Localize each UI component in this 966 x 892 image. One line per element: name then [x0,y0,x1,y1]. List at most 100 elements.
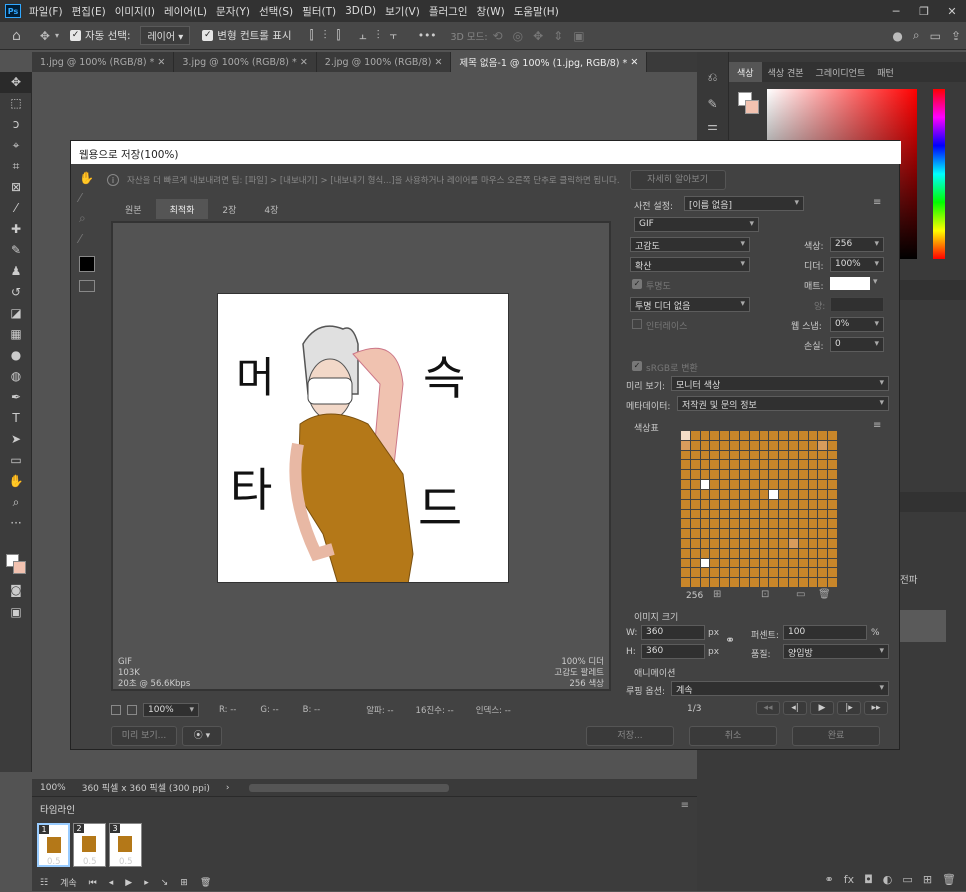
color-swatch[interactable] [828,440,837,450]
color-swatch[interactable] [720,578,730,587]
delete-color-icon[interactable]: 🗑 [818,589,831,600]
color-swatch[interactable] [710,489,720,499]
color-swatch[interactable] [808,519,818,529]
color-swatch[interactable] [769,568,779,578]
color-swatch[interactable] [788,519,798,529]
horizontal-scrollbar[interactable] [249,783,450,792]
color-swatch[interactable] [818,558,828,568]
color-swatch[interactable] [808,538,818,548]
color-swatch[interactable] [808,529,818,538]
transform-controls-checkbox[interactable]: ✓ [202,30,214,41]
color-swatch[interactable] [700,568,710,578]
color-swatch[interactable] [739,499,749,509]
color-swatch[interactable] [730,568,739,578]
color-swatch[interactable] [759,558,769,568]
color-swatch[interactable] [779,450,788,460]
color-swatch[interactable] [739,440,749,450]
color-swatch[interactable] [808,548,818,558]
tab-untitled-1[interactable]: 제목 없음-1 @ 100% (1.jpg, RGB/8) * ✕ [451,52,648,72]
align-right-icon[interactable]: ⫿ [336,28,340,43]
color-swatch[interactable] [690,499,700,509]
color-swatch[interactable] [828,548,837,558]
color-swatch[interactable] [818,489,828,499]
color-swatch[interactable] [828,470,837,480]
color-swatch[interactable] [739,568,749,578]
color-swatch[interactable] [779,558,788,568]
tab-color[interactable]: 색상 [729,62,762,82]
dodge-tool-icon[interactable]: ◍ [0,366,32,387]
color-swatch[interactable] [710,529,720,538]
type-tool-icon[interactable]: T [0,408,32,429]
color-swatch[interactable] [720,568,730,578]
color-swatch[interactable] [730,480,739,489]
zoom-out-icon[interactable] [111,705,121,715]
color-swatch[interactable] [690,568,700,578]
color-table-menu-icon[interactable]: ≡ [873,420,881,431]
color-swatch[interactable] [769,431,779,440]
color-swatch[interactable] [690,480,700,489]
color-swatch[interactable] [749,470,759,480]
tab-4up[interactable]: 4장 [250,199,292,219]
color-swatch[interactable] [690,450,700,460]
matte-swatch[interactable] [830,277,870,290]
color-swatch[interactable] [690,460,700,470]
color-swatch[interactable] [779,529,788,538]
color-swatch[interactable] [798,519,808,529]
color-swatch[interactable] [818,568,828,578]
close-icon[interactable]: ✕ [157,57,165,68]
group-icon[interactable]: ▭ [902,873,912,886]
pen-tool-icon[interactable]: ✒ [0,387,32,408]
color-swatch[interactable] [739,470,749,480]
color-swatch[interactable] [700,509,710,519]
color-swatch[interactable] [779,568,788,578]
next-frame-icon[interactable]: ▸ [144,878,149,888]
more-tools-icon[interactable]: ··· [0,513,32,534]
color-swatch[interactable] [700,529,710,538]
color-swatch[interactable] [730,489,739,499]
tab-patterns[interactable]: 패턴 [871,62,900,82]
menu-layer[interactable]: 레이어(L) [164,4,207,19]
color-swatch[interactable] [828,489,837,499]
color-swatch[interactable] [739,460,749,470]
brush-settings-icon[interactable]: ✎ [697,97,728,111]
color-swatch[interactable] [788,499,798,509]
gradient-tool-icon[interactable]: ▦ [0,324,32,345]
color-swatch[interactable] [690,470,700,480]
color-swatch[interactable] [788,431,798,440]
settings-menu-icon[interactable]: ≡ [873,197,881,208]
color-swatch[interactable] [700,440,710,450]
color-table-grid[interactable] [681,431,837,587]
tab-2up[interactable]: 2장 [208,199,250,219]
color-swatch[interactable] [710,568,720,578]
eyedropper-icon[interactable]: ⁄ [79,232,101,246]
preview-mode-dropdown[interactable]: 모니터 색상 ▾ [671,376,889,391]
color-swatch[interactable] [690,519,700,529]
color-swatch[interactable] [798,558,808,568]
hand-tool-icon[interactable]: ✋ [79,171,101,185]
align-left-icon[interactable]: ⫿ [310,28,314,43]
color-swatch[interactable] [700,538,710,548]
menu-3d[interactable]: 3D(D) [345,5,376,17]
color-swatch[interactable] [720,440,730,450]
workspace-icon[interactable]: ▭ [930,29,941,43]
color-swatch[interactable] [710,538,720,548]
color-swatch[interactable] [681,480,690,489]
tab-original[interactable]: 원본 [111,199,156,219]
color-swatch[interactable] [779,460,788,470]
menu-window[interactable]: 창(W) [476,4,504,19]
color-swatch[interactable] [808,450,818,460]
share-icon[interactable]: ⇪ [951,29,961,43]
preview-button[interactable]: 미리 보기... [111,726,177,746]
color-swatch[interactable] [779,440,788,450]
color-swatch[interactable] [769,519,779,529]
prev-frame-button[interactable]: ◂| [783,701,807,715]
align-center-icon[interactable]: ⫶ [323,28,326,43]
color-swatch[interactable] [808,558,818,568]
color-swatch[interactable] [710,480,720,489]
color-swatch[interactable] [798,509,808,519]
color-swatch[interactable] [798,450,808,460]
color-swatch[interactable] [779,548,788,558]
crop-tool-icon[interactable]: ⌗ [0,156,32,177]
done-button[interactable]: 완료 [792,726,880,746]
color-swatch[interactable] [798,489,808,499]
